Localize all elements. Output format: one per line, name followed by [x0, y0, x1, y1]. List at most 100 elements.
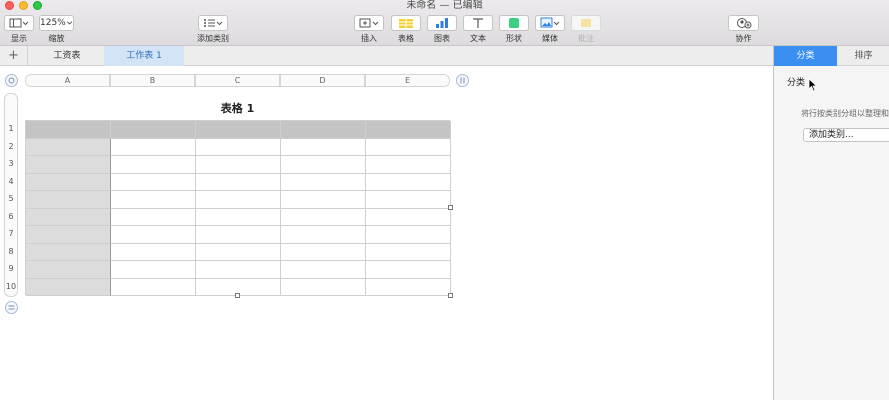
- table-cell[interactable]: [281, 156, 366, 174]
- table-cell[interactable]: [281, 138, 366, 156]
- column-header-c[interactable]: C: [195, 74, 280, 87]
- insert-button[interactable]: [354, 15, 384, 31]
- table-cell[interactable]: [26, 261, 111, 279]
- media-button[interactable]: [535, 15, 565, 31]
- row-header[interactable]: 10: [4, 278, 18, 295]
- row-handle-button[interactable]: [5, 301, 18, 314]
- table-cell[interactable]: [26, 191, 111, 209]
- column-handle-button[interactable]: [456, 74, 469, 87]
- organize-sidebar: 分类 排序 分类 将行按类别分组以整理和 添加类别...: [773, 46, 889, 400]
- tab-sort[interactable]: 排序: [837, 46, 889, 66]
- table-cell[interactable]: [281, 278, 366, 296]
- table-select-button[interactable]: [5, 74, 18, 87]
- column-header-d[interactable]: D: [280, 74, 365, 87]
- table-cell[interactable]: [281, 261, 366, 279]
- row-header[interactable]: 9: [4, 260, 18, 277]
- table-cell[interactable]: [111, 156, 196, 174]
- add-category-sidebar-button[interactable]: 添加类别...: [803, 128, 889, 142]
- add-category-button[interactable]: [198, 15, 228, 31]
- collaborate-icon: [736, 18, 751, 29]
- row-header[interactable]: 5: [4, 190, 18, 207]
- display-button[interactable]: [4, 15, 34, 31]
- table-button[interactable]: [391, 15, 421, 31]
- table-cell[interactable]: [111, 261, 196, 279]
- column-header-b[interactable]: B: [110, 74, 195, 87]
- table-cell[interactable]: [366, 261, 451, 279]
- insert-icon: [359, 18, 379, 28]
- text-button[interactable]: [463, 15, 493, 31]
- column-header-a[interactable]: A: [25, 74, 110, 87]
- zoom-select[interactable]: 125%: [39, 15, 74, 31]
- sheet-tab-salary[interactable]: 工资表: [30, 46, 104, 66]
- table-cell[interactable]: [281, 191, 366, 209]
- table-cell[interactable]: [26, 208, 111, 226]
- table-cell[interactable]: [111, 278, 196, 296]
- sidebar-description: 将行按类别分组以整理和: [801, 109, 889, 118]
- shape-button[interactable]: [499, 15, 529, 31]
- table-cell[interactable]: [196, 121, 281, 139]
- table-cell[interactable]: [26, 138, 111, 156]
- table-cell[interactable]: [281, 226, 366, 244]
- sheet-tab-worksheet-1[interactable]: 工作表 1: [104, 46, 184, 66]
- table-cell[interactable]: [111, 121, 196, 139]
- table-cell[interactable]: [366, 208, 451, 226]
- table-cell[interactable]: [196, 226, 281, 244]
- table-cell[interactable]: [111, 208, 196, 226]
- table-cell[interactable]: [196, 156, 281, 174]
- add-sheet-button[interactable]: +: [0, 46, 28, 66]
- resize-handle-corner[interactable]: [448, 293, 453, 298]
- toolbar: 未命名 — 已编辑 显示 125% 缩放 添加类别 插入 表格 图表 文本 形状…: [0, 0, 889, 46]
- table-cell[interactable]: [366, 278, 451, 296]
- table-cell[interactable]: [111, 191, 196, 209]
- table-cell[interactable]: [281, 243, 366, 261]
- table-cell[interactable]: [196, 243, 281, 261]
- row-header[interactable]: 6: [4, 208, 18, 225]
- table-cell[interactable]: [366, 243, 451, 261]
- row-header[interactable]: 1: [4, 120, 18, 137]
- table-cell[interactable]: [111, 243, 196, 261]
- table-cell[interactable]: [366, 121, 451, 139]
- row-header[interactable]: 8: [4, 243, 18, 260]
- add-category-label: 添加类别: [197, 34, 229, 43]
- table-cell[interactable]: [26, 278, 111, 296]
- row-header[interactable]: 7: [4, 225, 18, 242]
- table-cell[interactable]: [26, 156, 111, 174]
- table-cell[interactable]: [26, 121, 111, 139]
- resize-handle-right[interactable]: [448, 205, 453, 210]
- table-cell[interactable]: [366, 191, 451, 209]
- image-icon: [540, 17, 560, 28]
- table-title[interactable]: 表格 1: [25, 100, 450, 116]
- comment-button[interactable]: [571, 15, 601, 31]
- chart-button[interactable]: [427, 15, 457, 31]
- chart-label: 图表: [434, 34, 450, 43]
- window-title: 未命名 — 已编辑: [406, 0, 483, 11]
- chevron-down-icon: [66, 21, 72, 25]
- table-cell[interactable]: [281, 121, 366, 139]
- table-cell[interactable]: [196, 261, 281, 279]
- tab-categories[interactable]: 分类: [774, 46, 837, 66]
- media-label: 媒体: [542, 34, 558, 43]
- column-header-e[interactable]: E: [365, 74, 450, 87]
- row-header[interactable]: 2: [4, 138, 18, 155]
- table-cell[interactable]: [26, 173, 111, 191]
- table-cell[interactable]: [111, 138, 196, 156]
- table-cell[interactable]: [196, 173, 281, 191]
- table-cell[interactable]: [196, 138, 281, 156]
- table-cell[interactable]: [111, 173, 196, 191]
- row-header[interactable]: 4: [4, 173, 18, 190]
- row-header[interactable]: 3: [4, 155, 18, 172]
- table-cell[interactable]: [366, 156, 451, 174]
- table-cell[interactable]: [366, 173, 451, 191]
- table-cell[interactable]: [366, 226, 451, 244]
- table-cell[interactable]: [366, 138, 451, 156]
- table-label: 表格: [398, 34, 414, 43]
- table-cell[interactable]: [196, 191, 281, 209]
- table-cell[interactable]: [26, 226, 111, 244]
- table-cell[interactable]: [281, 208, 366, 226]
- table-cell[interactable]: [281, 173, 366, 191]
- collaborate-button[interactable]: [728, 15, 759, 31]
- table-cell[interactable]: [26, 243, 111, 261]
- resize-handle-bottom[interactable]: [235, 293, 240, 298]
- table-cell[interactable]: [111, 226, 196, 244]
- table-cell[interactable]: [196, 208, 281, 226]
